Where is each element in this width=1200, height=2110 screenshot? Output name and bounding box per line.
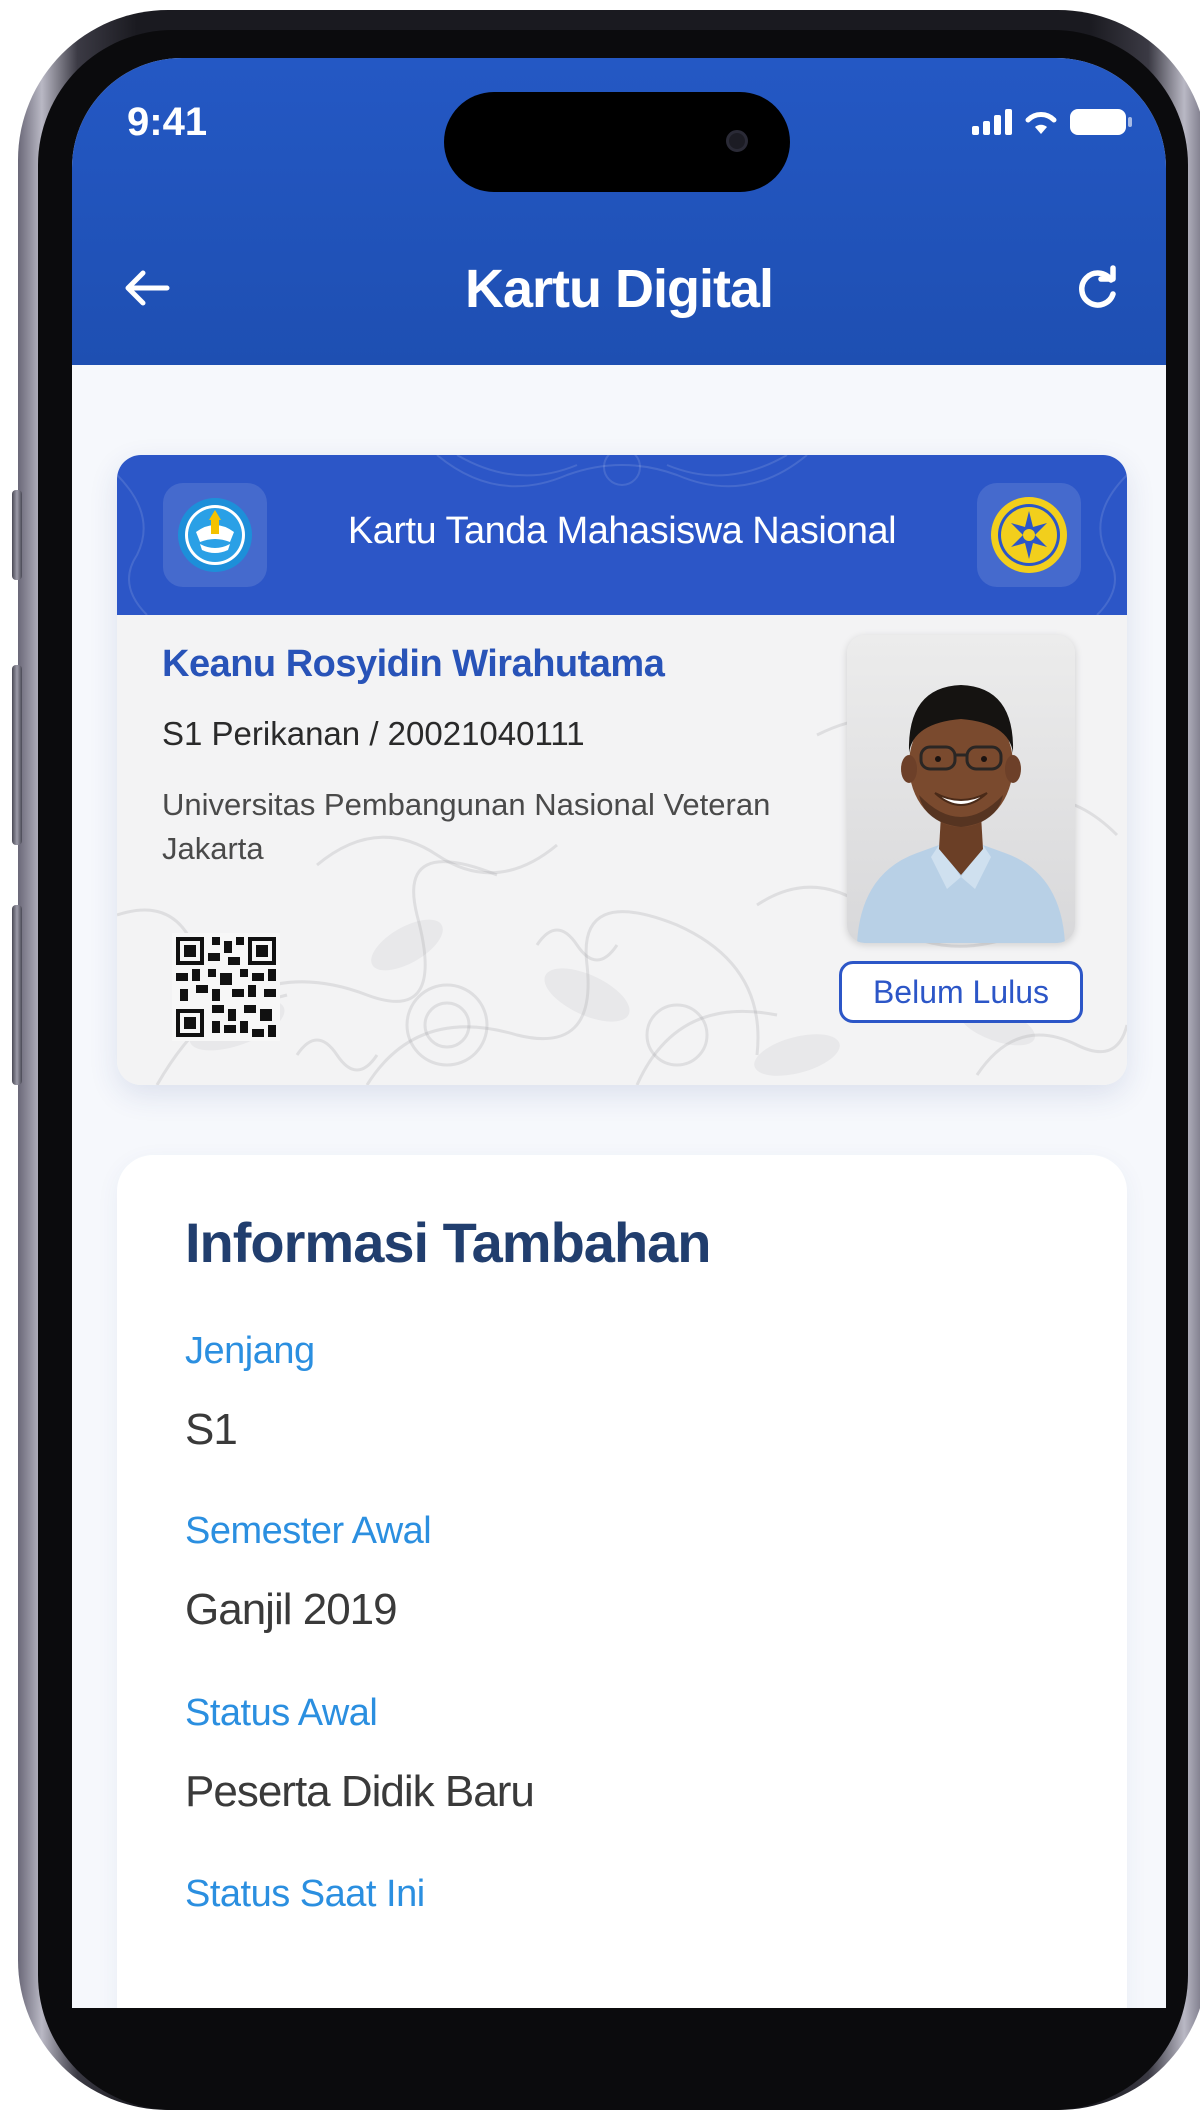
- tut-wuri-handayani-logo-icon: [178, 498, 252, 572]
- card-body: Keanu Rosyidin Wirahutama S1 Perikanan /…: [117, 615, 1127, 1085]
- refresh-icon: [1079, 265, 1116, 308]
- action-button: [12, 490, 22, 580]
- student-id-number: 20021040111: [387, 715, 585, 752]
- ministry-logo: [163, 483, 267, 587]
- university-emblem-icon: [991, 497, 1067, 573]
- page-title: Kartu Digital: [464, 259, 774, 319]
- card-title: Kartu Tanda Mahasiswa Nasional: [347, 510, 897, 552]
- app-screen: 9:41 Kartu Digital Kartu Tanda Mahasiswa…: [72, 58, 1166, 2008]
- status-time: 9:41: [127, 100, 208, 144]
- section-title: Informasi Tambahan: [185, 1211, 712, 1274]
- volume-up-button: [12, 665, 22, 845]
- university-name: Universitas Pembangunan Nasional Veteran…: [162, 787, 771, 866]
- field-value-status-awal: Peserta Didik Baru: [185, 1767, 535, 1816]
- graduation-status-badge: Belum Lulus: [839, 961, 1083, 1023]
- card-header: Kartu Tanda Mahasiswa Nasional: [117, 455, 1127, 615]
- field-label-status-awal: Status Awal: [185, 1692, 378, 1734]
- app-header: 9:41 Kartu Digital: [72, 58, 1166, 365]
- study-program: S1 Perikanan: [162, 715, 361, 752]
- status-icons: [972, 108, 1132, 136]
- battery-icon: [1070, 109, 1132, 135]
- camera-icon: [726, 130, 748, 152]
- qr-code-icon[interactable]: [172, 933, 280, 1041]
- field-value-jenjang: S1: [185, 1405, 238, 1454]
- cellular-signal-icon: [972, 109, 1012, 135]
- volume-down-button: [12, 905, 22, 1085]
- field-value-semester-awal: Ganjil 2019: [185, 1585, 398, 1634]
- wifi-icon: [1025, 112, 1057, 134]
- field-label-semester-awal: Semester Awal: [185, 1510, 432, 1552]
- student-photo: [847, 635, 1075, 943]
- program-id-line: S1 Perikanan / 20021040111: [162, 715, 585, 753]
- refresh-button[interactable]: [1062, 256, 1132, 320]
- field-label-jenjang: Jenjang: [185, 1330, 315, 1372]
- student-name: Keanu Rosyidin Wirahutama: [162, 643, 665, 685]
- student-id-card[interactable]: Kartu Tanda Mahasiswa Nasional Keanu Ros…: [117, 455, 1127, 1085]
- separator: /: [369, 715, 379, 752]
- student-portrait: [847, 635, 1075, 943]
- dynamic-island: [444, 92, 790, 192]
- additional-info-panel: Informasi Tambahan Jenjang S1 Semester A…: [117, 1155, 1127, 2008]
- university-logo: [977, 483, 1081, 587]
- field-label-status-saat-ini: Status Saat Ini: [185, 1873, 425, 1915]
